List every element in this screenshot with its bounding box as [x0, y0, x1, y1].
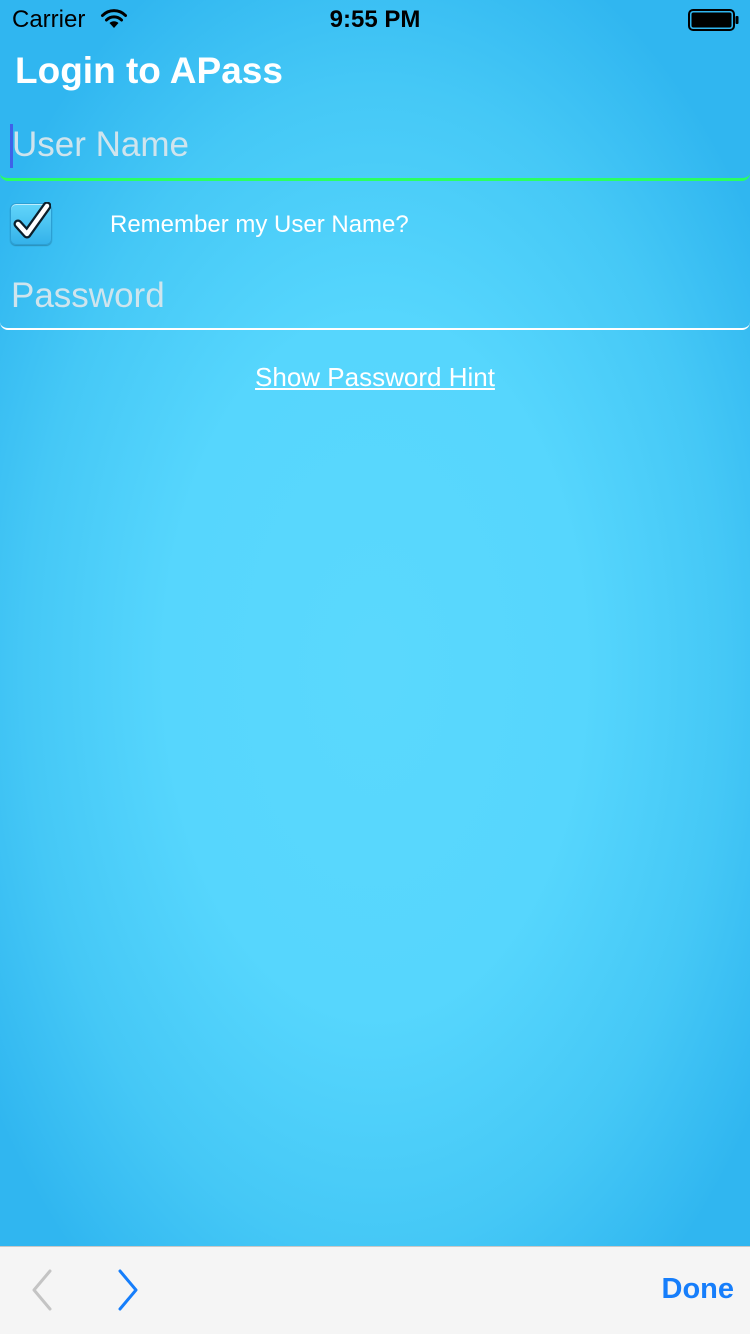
previous-field-button[interactable] — [26, 1267, 60, 1313]
done-button[interactable]: Done — [662, 1273, 735, 1306]
remember-username-checkbox[interactable] — [10, 201, 52, 245]
password-field[interactable]: Password — [0, 268, 750, 330]
password-placeholder: Password — [11, 276, 165, 315]
status-time: 9:55 PM — [329, 6, 421, 33]
username-placeholder: User Name — [12, 125, 189, 164]
chevron-right-icon — [118, 1269, 138, 1311]
battery-icon — [688, 9, 740, 31]
status-bar: Carrier 9:55 PM — [0, 0, 750, 40]
page-title: Login to APass — [15, 50, 283, 91]
keyboard-toolbar: Done — [0, 1246, 750, 1334]
username-field[interactable]: User Name — [0, 115, 750, 181]
next-field-button[interactable] — [110, 1267, 144, 1313]
checkmark-icon — [13, 201, 52, 242]
remember-username-label[interactable]: Remember my User Name? — [110, 211, 409, 239]
show-password-hint-link[interactable]: Show Password Hint — [0, 362, 750, 393]
chevron-left-icon — [32, 1269, 52, 1311]
